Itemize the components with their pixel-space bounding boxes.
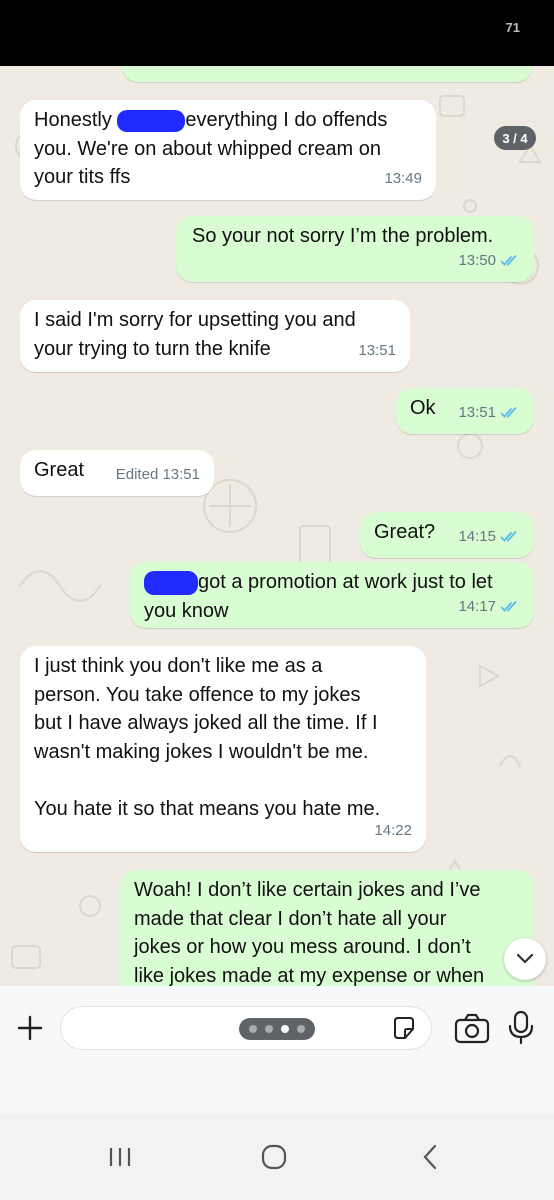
recent-apps-icon xyxy=(109,1148,131,1166)
scroll-to-bottom-button[interactable] xyxy=(504,938,546,980)
status-indicator: 71 xyxy=(505,20,520,35)
message-meta: 14:17 xyxy=(458,593,520,622)
message-bubble-incoming[interactable]: I just think you don't like me as a pers… xyxy=(20,646,426,852)
message-text: I just think you don't like me as a pers… xyxy=(34,655,381,820)
message-time: 14:17 xyxy=(458,597,496,615)
redaction-mark xyxy=(117,109,186,132)
back-button[interactable] xyxy=(410,1142,450,1172)
message-text-start: Honestly xyxy=(34,109,118,131)
sticker-icon[interactable] xyxy=(391,1015,417,1041)
message-time: 13:51 xyxy=(358,341,396,359)
home-button[interactable] xyxy=(254,1142,294,1172)
message-bubble-outgoing[interactable]: Great? 14:15 xyxy=(360,512,534,558)
message-time: 13:51 xyxy=(458,403,496,421)
page-indicator xyxy=(239,1018,315,1040)
chevron-down-icon xyxy=(516,953,534,964)
message-bubble-incoming[interactable]: Great Edited 13:51 xyxy=(20,450,214,496)
message-meta: 13:46 xyxy=(456,66,518,75)
camera-icon[interactable] xyxy=(454,1012,490,1044)
message-meta: 13:50 xyxy=(458,247,520,276)
message-meta: 14:15 xyxy=(458,523,520,552)
recent-apps-button[interactable] xyxy=(100,1142,140,1172)
status-bar: 71 xyxy=(0,0,554,66)
message-bubble-outgoing[interactable]: got a promotion at work just to let you … xyxy=(130,562,534,628)
message-time: 13:46 xyxy=(456,66,494,75)
message-meta: 13:49 xyxy=(384,165,422,194)
message-bubble-outgoing[interactable]: Ok 13:51 xyxy=(396,388,534,434)
redaction-mark xyxy=(144,570,198,595)
attach-button[interactable] xyxy=(10,1008,50,1048)
system-navigation-bar xyxy=(0,1114,554,1200)
message-time: 14:22 xyxy=(374,821,412,839)
page-dot xyxy=(249,1025,257,1033)
double-check-icon xyxy=(498,66,518,67)
mic-icon[interactable] xyxy=(506,1010,536,1046)
message-text: Woah! I don’t like certain jokes and I’v… xyxy=(134,879,485,986)
page-dot xyxy=(265,1025,273,1033)
message-time: 14:15 xyxy=(458,527,496,545)
double-check-icon xyxy=(500,406,517,418)
message-text: Honestly everything I do offends you. We… xyxy=(34,106,422,192)
message-bubble-outgoing[interactable]: So your not sorry I’m the problem. 13:50 xyxy=(176,216,534,282)
message-bubble-incoming[interactable]: Honestly everything I do offends you. We… xyxy=(20,100,436,200)
message-meta: 14:22 xyxy=(374,817,412,846)
message-time: 13:49 xyxy=(384,169,422,187)
message-time: 13:50 xyxy=(458,251,496,269)
media-counter-badge: 3 / 4 xyxy=(494,126,536,150)
message-meta: 13:51 xyxy=(458,399,520,428)
double-check-icon xyxy=(500,254,517,266)
home-icon xyxy=(261,1144,287,1170)
message-bubble-outgoing[interactable]: 13:46 xyxy=(122,66,532,82)
message-text: I said I'm sorry for upsetting you and y… xyxy=(34,309,356,360)
message-bubble-incoming[interactable]: I said I'm sorry for upsetting you and y… xyxy=(20,300,410,372)
message-composer xyxy=(0,986,554,1114)
message-time: Edited 13:51 xyxy=(115,465,200,483)
page-dot-active xyxy=(281,1025,289,1033)
page-dot xyxy=(297,1025,305,1033)
chat-area[interactable]: 13:46 Honestly everything I do offends y… xyxy=(0,66,554,986)
message-meta: 13:51 xyxy=(358,337,396,366)
message-bubble-outgoing[interactable]: Woah! I don’t like certain jokes and I’v… xyxy=(120,870,534,986)
double-check-icon xyxy=(500,600,517,612)
plus-icon xyxy=(17,1015,43,1041)
message-meta: Edited 13:51 xyxy=(116,461,200,490)
double-check-icon xyxy=(500,530,517,542)
back-icon xyxy=(423,1144,437,1170)
